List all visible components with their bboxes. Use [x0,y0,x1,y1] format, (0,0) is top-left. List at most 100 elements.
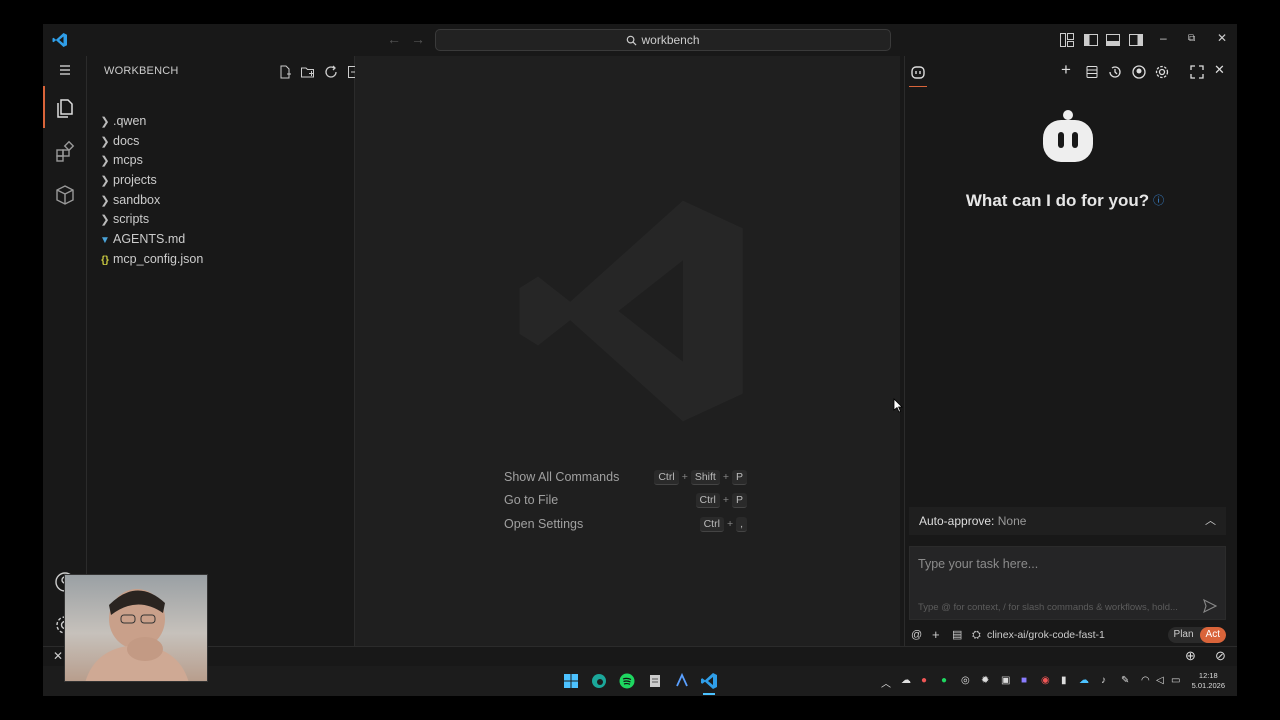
close-panel-icon[interactable]: ✕ [1214,62,1230,78]
tray-app-icon[interactable]: ☁ [901,675,911,686]
toggle-panel-icon[interactable] [1105,32,1121,48]
shortcut-open-settings[interactable]: Open Settings Ctrl +, [504,514,748,534]
info-icon[interactable]: ⓘ [1153,195,1164,207]
vscode-taskbar-icon[interactable] [700,672,718,690]
restore-icon[interactable]: ⧉ [1188,33,1195,44]
key-cap: Ctrl [695,493,720,508]
assistant-panel: + ✕ What can I do for you? ⓘ Auto-approve… [904,56,1237,646]
volume-icon[interactable]: ◁ [1156,675,1164,686]
spotify-icon[interactable] [618,672,636,690]
chevron-right-icon: ❯ [100,136,110,148]
tree-folder-docs[interactable]: ❯ docs [97,131,139,151]
task-input[interactable]: Type your task here... [918,557,1038,571]
json-file-icon: {} [101,255,109,266]
tree-folder-sandbox[interactable]: ❯ sandbox [97,190,160,210]
notifications-off-icon[interactable]: ⊘ [1215,648,1226,664]
task-input-box[interactable]: Type your task here... Type @ for contex… [909,546,1226,620]
tree-folder-scripts[interactable]: ❯ scripts [97,209,149,229]
menu-icon[interactable] [53,58,77,82]
tree-item-label: mcps [113,153,143,167]
mcp-icon[interactable]: ⛭ [972,626,981,644]
customize-layout-icon[interactable] [1059,32,1075,48]
shortcut-go-to-file[interactable]: Go to File Ctrl + P [504,490,748,510]
sidebar-title: WORKBENCH [104,65,179,77]
add-context-icon[interactable]: + [932,626,940,644]
tree-item-label: scripts [113,212,150,226]
command-center-search[interactable]: workbench [435,29,891,51]
rules-icon[interactable]: ▤ [952,626,962,644]
model-selector[interactable]: clinex-ai/grok-code-fast-1 [987,626,1105,644]
at-mention-icon[interactable]: @ [911,626,922,644]
tray-app-icon[interactable]: ◎ [961,675,970,686]
vscode-logo-icon[interactable] [52,32,68,48]
plan-act-toggle[interactable]: Plan Act [1167,627,1226,643]
act-mode[interactable]: Act [1199,627,1226,643]
minimize-icon[interactable]: – [1160,31,1167,45]
auto-approve-label: Auto-approve: [919,514,995,528]
tree-item-label: projects [113,173,157,187]
tray-expand-icon[interactable]: ︿ [881,675,891,690]
assistant-footer: @ + ▤ ⛭ clinex-ai/grok-code-fast-1 Plan A… [909,626,1226,644]
tray-app-icon[interactable]: ◉ [1041,675,1050,686]
close-window-icon[interactable]: ✕ [1217,31,1227,45]
account-circle-icon[interactable] [1131,64,1147,80]
bot-tab-icon[interactable] [910,64,926,80]
toggle-secondary-sidebar-icon[interactable] [1128,32,1144,48]
battery-icon[interactable]: ▭ [1171,675,1180,686]
mouse-cursor-icon [893,398,903,413]
welcome-text: What can I do for you? [965,191,1150,210]
tray-app-icon[interactable]: ● [921,675,927,686]
edge-browser-icon[interactable] [590,672,608,690]
toggle-primary-sidebar-icon[interactable] [1083,32,1099,48]
refresh-icon[interactable] [323,64,339,80]
expand-icon[interactable] [1189,64,1205,80]
tree-folder-qwen[interactable]: ❯ .qwen [97,111,146,131]
settings-icon[interactable] [1154,64,1170,80]
pen-icon[interactable]: ✎ [1121,675,1129,686]
tree-folder-mcps[interactable]: ❯ mcps [97,150,143,170]
shortcut-keys: Ctrl + Shift + P [653,467,748,487]
tray-app-icon[interactable]: ■ [1021,675,1027,686]
start-menu-icon[interactable] [562,672,580,690]
chevron-right-icon: ❯ [100,214,110,226]
history-icon[interactable] [1107,64,1123,80]
tray-spotify-icon[interactable]: ● [941,675,947,686]
app-a-icon[interactable] [673,672,691,690]
explorer-icon[interactable] [53,96,77,120]
database-icon[interactable] [1084,64,1100,80]
new-file-icon[interactable] [277,64,293,80]
notepad-icon[interactable] [646,672,664,690]
chevron-right-icon: ❯ [100,116,110,128]
tree-folder-projects[interactable]: ❯ projects [97,170,157,190]
packages-icon[interactable] [53,183,77,207]
active-indicator [43,86,45,128]
search-text: workbench [641,33,700,47]
key-cap: Ctrl [699,517,724,532]
new-task-icon[interactable]: + [1061,60,1077,79]
tray-app-icon[interactable]: ☁ [1079,675,1089,686]
vscode-window: ← → workbench – ⧉ ✕ WORKBENCH ··· ❯.qwen… [43,24,1237,696]
chevron-right-icon: ❯ [100,195,110,207]
tray-app-icon[interactable]: ✹ [981,675,989,686]
send-icon[interactable] [1203,599,1217,613]
new-folder-icon[interactable] [300,64,316,80]
key-cap: Shift [690,470,720,485]
back-arrow-icon[interactable]: ← [387,31,401,47]
tree-file-mcp-config[interactable]: {} mcp_config.json [97,249,203,269]
wifi-icon[interactable]: ◠ [1141,675,1150,686]
zoom-icon[interactable]: ⊕ [1185,648,1196,664]
chevron-up-icon[interactable]: ︿ [1205,507,1216,535]
shortcut-show-all-commands[interactable]: Show All Commands Ctrl + Shift + P [504,467,748,487]
system-clock[interactable]: 12:18 5.01.2026 [1192,671,1225,691]
extensions-icon[interactable] [53,140,77,164]
remote-icon[interactable]: ✕ [53,649,63,663]
task-hint: Type @ for context, / for slash commands… [918,602,1178,613]
tray-app-icon[interactable]: ▮ [1061,675,1067,686]
plan-mode[interactable]: Plan [1168,627,1200,643]
auto-approve-bar[interactable]: Auto-approve: None ︿ [909,507,1226,535]
tray-app-icon[interactable]: ▣ [1001,675,1010,686]
markdown-file-icon: ▼ [100,235,110,246]
forward-arrow-icon[interactable]: → [411,31,425,47]
microphone-icon[interactable]: ♪ [1101,675,1106,686]
tree-file-agents-md[interactable]: ▼ AGENTS.md [97,229,185,249]
